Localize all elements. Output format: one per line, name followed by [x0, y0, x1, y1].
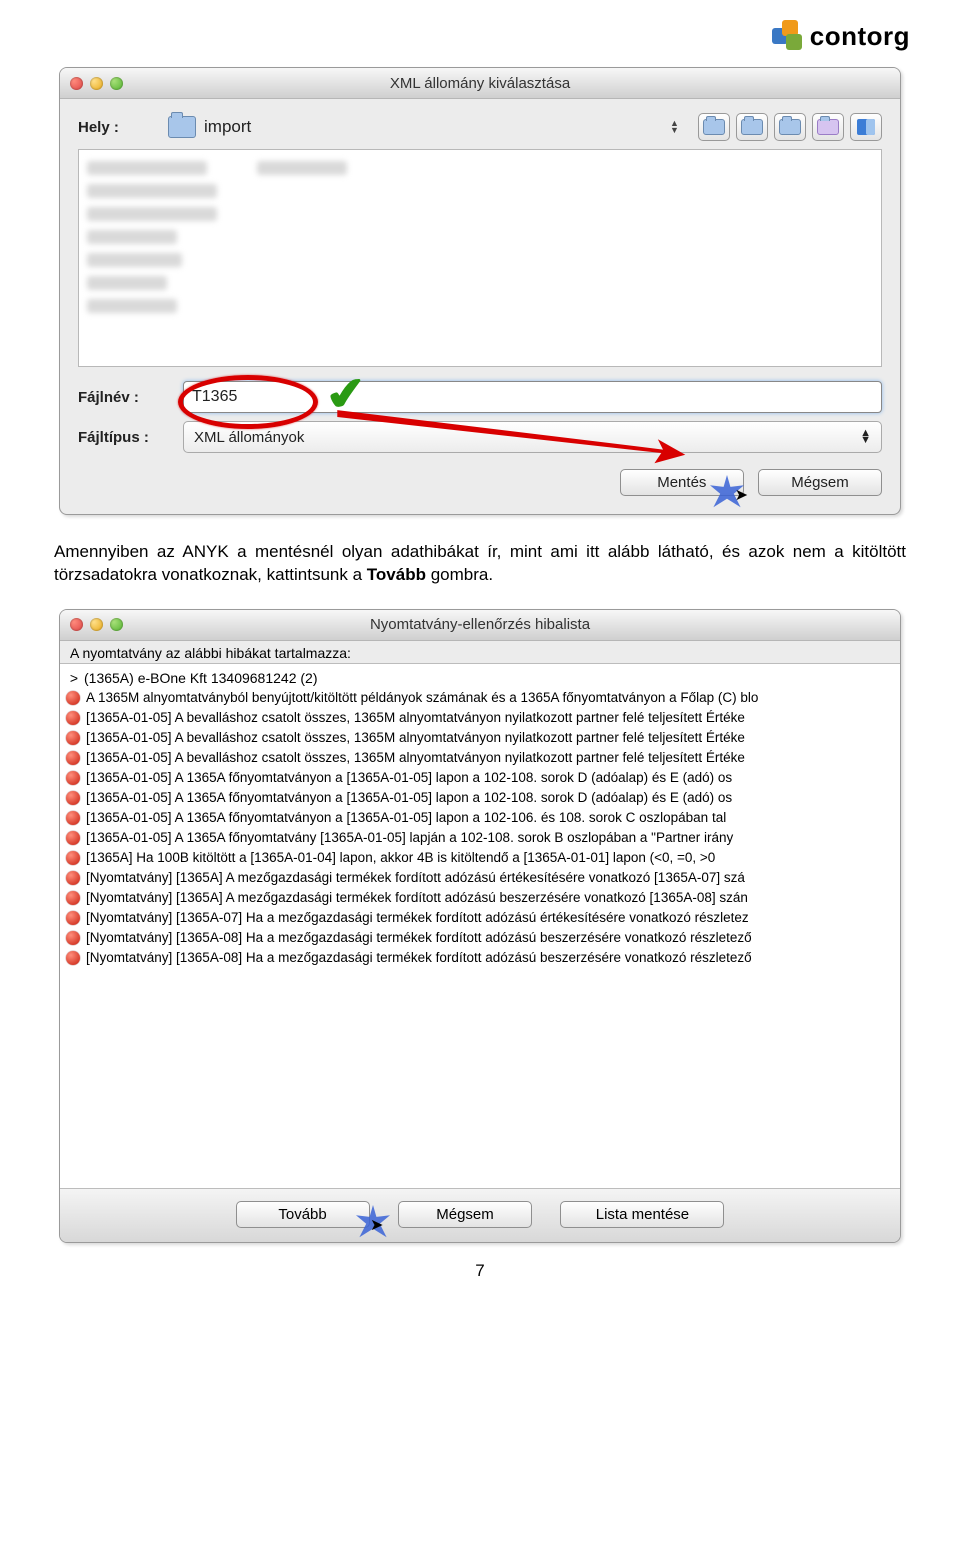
- error-bullet-icon: [66, 891, 80, 905]
- error-bullet-icon: [66, 751, 80, 765]
- titlebar-2: Nyomtatvány-ellenőrzés hibalista: [60, 610, 900, 641]
- error-list[interactable]: > (1365A) e-BOne Kft 13409681242 (2) A 1…: [60, 663, 900, 1189]
- error-bullet-icon: [66, 871, 80, 885]
- error-text: [Nyomtatvány] [1365A-07] Ha a mezőgazdas…: [86, 910, 749, 925]
- location-label: Hely :: [78, 119, 168, 136]
- next-button[interactable]: Tovább: [236, 1201, 370, 1228]
- error-text: [1365A-01-05] A 1365A főnyomtatványon a …: [86, 810, 726, 825]
- error-bullet-icon: [66, 851, 80, 865]
- cancel-button-2[interactable]: Mégsem: [398, 1201, 532, 1228]
- error-line[interactable]: [1365A-01-05] A 1365A főnyomtatványon a …: [64, 768, 900, 788]
- file-chooser-dialog: XML állomány kiválasztása Hely : import …: [59, 67, 901, 515]
- nav-home-button[interactable]: [812, 113, 844, 141]
- nav-finder-button[interactable]: [850, 113, 882, 141]
- nav-folder-button-1[interactable]: [698, 113, 730, 141]
- error-text: [1365A-01-05] A bevalláshoz csatolt össz…: [86, 730, 745, 745]
- save-button-label: Mentés: [657, 474, 706, 491]
- cursor-icon: ➤: [735, 485, 748, 505]
- error-line[interactable]: [Nyomtatvány] [1365A-07] Ha a mezőgazdas…: [64, 908, 900, 928]
- error-line[interactable]: A 1365M alnyomtatványból benyújtott/kitö…: [64, 688, 900, 708]
- error-header-text: (1365A) e-BOne Kft 13409681242 (2): [84, 670, 318, 686]
- page-number: 7: [50, 1261, 910, 1281]
- error-text: [1365A-01-05] A bevalláshoz csatolt össz…: [86, 750, 745, 765]
- dialog2-title: Nyomtatvány-ellenőrzés hibalista: [60, 616, 900, 633]
- error-bullet-icon: [66, 931, 80, 945]
- error-list-dialog: Nyomtatvány-ellenőrzés hibalista A nyomt…: [59, 609, 901, 1243]
- location-stepper[interactable]: ▲▼: [670, 120, 684, 134]
- error-text: [1365A] Ha 100B kitöltött a [1365A-01-04…: [86, 850, 715, 865]
- error-bullet-icon: [66, 691, 80, 705]
- error-line[interactable]: [1365A] Ha 100B kitöltött a [1365A-01-04…: [64, 848, 900, 868]
- contorg-logo-icon: [772, 20, 804, 52]
- filetype-select[interactable]: XML állományok ▲▼: [183, 421, 882, 453]
- error-header-line: > (1365A) e-BOne Kft 13409681242 (2): [64, 668, 900, 688]
- filename-value: T1365: [192, 388, 237, 406]
- paragraph-text-c: gombra.: [426, 565, 493, 584]
- cursor-icon-2: ➤: [370, 1215, 383, 1235]
- brand-text: contorg: [810, 21, 910, 52]
- cancel-button-2-label: Mégsem: [436, 1206, 494, 1223]
- brand-logo: contorg: [50, 20, 910, 57]
- error-text: [Nyomtatvány] [1365A-08] Ha a mezőgazdas…: [86, 930, 752, 945]
- next-button-label: Tovább: [278, 1206, 326, 1223]
- error-bullet-icon: [66, 771, 80, 785]
- error-line[interactable]: [1365A-01-05] A 1365A főnyomtatványon a …: [64, 788, 900, 808]
- error-line[interactable]: [1365A-01-05] A bevalláshoz csatolt össz…: [64, 748, 900, 768]
- nav-folder-button-2[interactable]: [736, 113, 768, 141]
- error-text: [Nyomtatvány] [1365A] A mezőgazdasági te…: [86, 870, 745, 885]
- error-bullet-icon: [66, 911, 80, 925]
- filetype-label: Fájltípus :: [78, 429, 183, 446]
- error-line[interactable]: [Nyomtatvány] [1365A] A mezőgazdasági te…: [64, 888, 900, 908]
- save-list-button[interactable]: Lista mentése: [560, 1201, 724, 1228]
- nav-folder-button-3[interactable]: [774, 113, 806, 141]
- error-text: [1365A-01-05] A 1365A főnyomtatványon a …: [86, 770, 732, 785]
- instruction-paragraph: Amennyiben az ANYK a mentésnél olyan ada…: [54, 541, 906, 587]
- location-value[interactable]: import: [204, 117, 670, 137]
- error-bullet-icon: [66, 831, 80, 845]
- paragraph-bold: Tovább: [367, 565, 426, 584]
- save-button[interactable]: Mentés: [620, 469, 744, 496]
- filename-input[interactable]: T1365: [183, 381, 882, 413]
- error-text: [Nyomtatvány] [1365A-08] Ha a mezőgazdas…: [86, 950, 752, 965]
- dialog-title: XML állomány kiválasztása: [60, 75, 900, 92]
- error-line[interactable]: [1365A-01-05] A bevalláshoz csatolt össz…: [64, 728, 900, 748]
- titlebar: XML állomány kiválasztása: [60, 68, 900, 99]
- filename-label: Fájlnév :: [78, 389, 183, 406]
- error-bullet-icon: [66, 711, 80, 725]
- error-line[interactable]: [1365A-01-05] A 1365A főnyomtatvány [136…: [64, 828, 900, 848]
- error-intro: A nyomtatvány az alábbi hibákat tartalma…: [60, 641, 900, 663]
- error-line[interactable]: [Nyomtatvány] [1365A] A mezőgazdasági te…: [64, 868, 900, 888]
- file-list[interactable]: [78, 149, 882, 367]
- error-text: [1365A-01-05] A 1365A főnyomtatvány [136…: [86, 830, 733, 845]
- cancel-button-label: Mégsem: [791, 474, 849, 491]
- error-line[interactable]: [Nyomtatvány] [1365A-08] Ha a mezőgazdas…: [64, 928, 900, 948]
- error-bullet-icon: [66, 811, 80, 825]
- filetype-value: XML állományok: [194, 429, 304, 446]
- error-bullet-icon: [66, 951, 80, 965]
- cancel-button[interactable]: Mégsem: [758, 469, 882, 496]
- error-text: [1365A-01-05] A bevalláshoz csatolt össz…: [86, 710, 745, 725]
- folder-icon: [168, 116, 196, 138]
- error-line[interactable]: [1365A-01-05] A 1365A főnyomtatványon a …: [64, 808, 900, 828]
- error-text: [1365A-01-05] A 1365A főnyomtatványon a …: [86, 790, 732, 805]
- error-bullet-icon: [66, 791, 80, 805]
- error-line[interactable]: [Nyomtatvány] [1365A-08] Ha a mezőgazdas…: [64, 948, 900, 968]
- error-line[interactable]: [1365A-01-05] A bevalláshoz csatolt össz…: [64, 708, 900, 728]
- error-text: [Nyomtatvány] [1365A] A mezőgazdasági te…: [86, 890, 748, 905]
- error-bullet-icon: [66, 731, 80, 745]
- save-list-button-label: Lista mentése: [596, 1206, 689, 1223]
- error-text: A 1365M alnyomtatványból benyújtott/kitö…: [86, 690, 758, 705]
